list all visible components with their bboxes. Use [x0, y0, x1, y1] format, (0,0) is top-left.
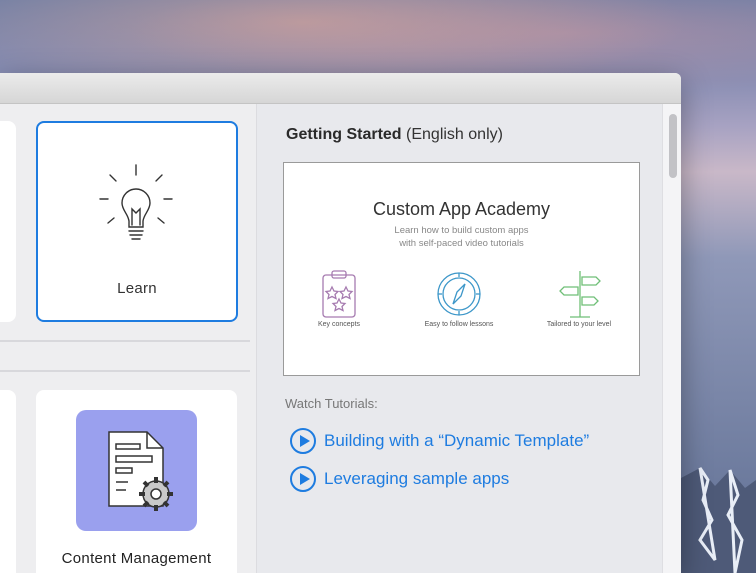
lightbulb-icon — [99, 164, 173, 240]
play-icon[interactable] — [290, 428, 316, 454]
getting-started-pane: Getting Started (English only) Custom Ap… — [256, 104, 681, 573]
learn-card-label: Learn — [117, 280, 157, 297]
preview-subtitle: Learn how to build custom apps with self… — [284, 224, 639, 250]
content-management-label: Content Management — [61, 550, 212, 567]
preview-title: Custom App Academy — [372, 199, 551, 219]
compass-icon — [437, 272, 481, 316]
tutorial-link-label[interactable]: Leveraging sample apps — [324, 469, 509, 489]
scrollbar[interactable] — [662, 104, 681, 573]
preview-subtitle-line-1: Learn how to build custom apps — [394, 225, 529, 236]
document-gear-icon — [108, 431, 173, 511]
template-gallery: Learn Content Management — [0, 104, 256, 573]
feature-caption: Easy to follow lessons — [424, 321, 494, 328]
content-management-tile — [76, 410, 197, 531]
feature-caption: Tailored to your level — [546, 321, 612, 328]
partial-card-top[interactable] — [0, 121, 16, 322]
app-window: Learn Content Management Getting Started… — [0, 73, 681, 573]
getting-started-heading: Getting Started — [286, 126, 402, 143]
partial-card-bottom[interactable] — [0, 390, 16, 573]
preview-subtitle-line-2: with self-paced video tutorials — [399, 238, 524, 249]
clipboard-stars-icon — [322, 270, 356, 318]
getting-started-note: (English only) — [406, 126, 503, 143]
play-icon[interactable] — [290, 466, 316, 492]
academy-preview[interactable]: Custom App Academy Learn how to build cu… — [283, 162, 640, 376]
content-management-card[interactable]: Content Management — [36, 390, 237, 573]
section-divider — [0, 370, 250, 372]
watch-tutorials-label: Watch Tutorials: — [285, 396, 378, 411]
tutorial-link-dynamic-template[interactable]: Building with a “Dynamic Template” — [290, 426, 589, 456]
tutorial-link-label[interactable]: Building with a “Dynamic Template” — [324, 431, 589, 451]
section-divider — [0, 340, 250, 342]
tutorial-link-sample-apps[interactable]: Leveraging sample apps — [290, 464, 509, 494]
signpost-icon — [559, 271, 601, 318]
learn-card[interactable]: Learn — [36, 121, 238, 322]
feature-caption: Key concepts — [317, 321, 361, 328]
getting-started-title: Getting Started (English only) — [286, 126, 503, 144]
scrollbar-thumb[interactable] — [669, 114, 677, 178]
window-titlebar[interactable] — [0, 73, 681, 104]
